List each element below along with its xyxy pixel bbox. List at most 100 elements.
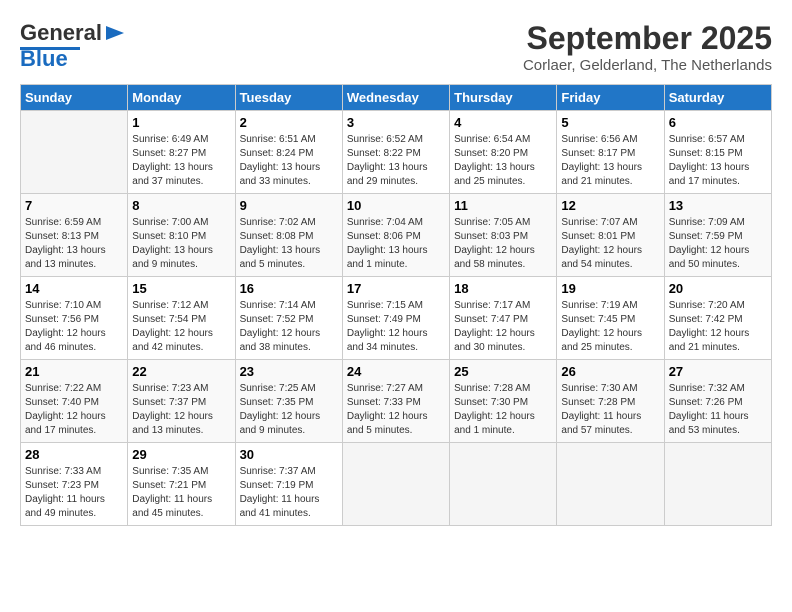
- col-sunday: Sunday: [21, 85, 128, 111]
- sunrise-text: Sunrise: 6:51 AM: [240, 133, 338, 147]
- day-number: 30: [240, 447, 338, 462]
- day-info: Sunrise: 7:14 AM Sunset: 7:52 PM Dayligh…: [240, 299, 338, 355]
- calendar-cell: 29 Sunrise: 7:35 AM Sunset: 7:21 PM Dayl…: [128, 443, 235, 526]
- calendar-cell: 11 Sunrise: 7:05 AM Sunset: 8:03 PM Dayl…: [450, 194, 557, 277]
- sunrise-text: Sunrise: 7:05 AM: [454, 216, 552, 230]
- daylight-text: Daylight: 12 hours and 54 minutes.: [561, 244, 659, 272]
- day-number: 12: [561, 198, 659, 213]
- day-number: 19: [561, 281, 659, 296]
- sunset-text: Sunset: 8:03 PM: [454, 230, 552, 244]
- daylight-text: Daylight: 12 hours and 34 minutes.: [347, 327, 445, 355]
- calendar-cell: 3 Sunrise: 6:52 AM Sunset: 8:22 PM Dayli…: [342, 111, 449, 194]
- calendar-cell: 10 Sunrise: 7:04 AM Sunset: 8:06 PM Dayl…: [342, 194, 449, 277]
- calendar-cell: 13 Sunrise: 7:09 AM Sunset: 7:59 PM Dayl…: [664, 194, 771, 277]
- day-info: Sunrise: 7:35 AM Sunset: 7:21 PM Dayligh…: [132, 465, 230, 521]
- daylight-text: Daylight: 12 hours and 50 minutes.: [669, 244, 767, 272]
- sunset-text: Sunset: 7:52 PM: [240, 313, 338, 327]
- day-info: Sunrise: 7:12 AM Sunset: 7:54 PM Dayligh…: [132, 299, 230, 355]
- calendar-cell: 24 Sunrise: 7:27 AM Sunset: 7:33 PM Dayl…: [342, 360, 449, 443]
- daylight-text: Daylight: 13 hours and 25 minutes.: [454, 161, 552, 189]
- day-number: 27: [669, 364, 767, 379]
- sunset-text: Sunset: 7:42 PM: [669, 313, 767, 327]
- daylight-text: Daylight: 12 hours and 21 minutes.: [669, 327, 767, 355]
- sunrise-text: Sunrise: 7:02 AM: [240, 216, 338, 230]
- day-info: Sunrise: 6:59 AM Sunset: 8:13 PM Dayligh…: [25, 216, 123, 272]
- calendar-week-4: 28 Sunrise: 7:33 AM Sunset: 7:23 PM Dayl…: [21, 443, 772, 526]
- daylight-text: Daylight: 13 hours and 21 minutes.: [561, 161, 659, 189]
- calendar-cell: 27 Sunrise: 7:32 AM Sunset: 7:26 PM Dayl…: [664, 360, 771, 443]
- calendar-cell: 22 Sunrise: 7:23 AM Sunset: 7:37 PM Dayl…: [128, 360, 235, 443]
- daylight-text: Daylight: 11 hours and 53 minutes.: [669, 410, 767, 438]
- sunset-text: Sunset: 7:54 PM: [132, 313, 230, 327]
- sunset-text: Sunset: 8:08 PM: [240, 230, 338, 244]
- day-number: 4: [454, 115, 552, 130]
- daylight-text: Daylight: 13 hours and 29 minutes.: [347, 161, 445, 189]
- day-info: Sunrise: 7:05 AM Sunset: 8:03 PM Dayligh…: [454, 216, 552, 272]
- sunset-text: Sunset: 7:30 PM: [454, 396, 552, 410]
- daylight-text: Daylight: 12 hours and 17 minutes.: [25, 410, 123, 438]
- sunset-text: Sunset: 8:24 PM: [240, 147, 338, 161]
- daylight-text: Daylight: 11 hours and 57 minutes.: [561, 410, 659, 438]
- calendar-cell: 6 Sunrise: 6:57 AM Sunset: 8:15 PM Dayli…: [664, 111, 771, 194]
- day-info: Sunrise: 7:27 AM Sunset: 7:33 PM Dayligh…: [347, 382, 445, 438]
- sunrise-text: Sunrise: 7:10 AM: [25, 299, 123, 313]
- sunset-text: Sunset: 8:15 PM: [669, 147, 767, 161]
- day-number: 5: [561, 115, 659, 130]
- daylight-text: Daylight: 13 hours and 17 minutes.: [669, 161, 767, 189]
- col-tuesday: Tuesday: [235, 85, 342, 111]
- sunrise-text: Sunrise: 6:52 AM: [347, 133, 445, 147]
- day-number: 26: [561, 364, 659, 379]
- day-info: Sunrise: 7:15 AM Sunset: 7:49 PM Dayligh…: [347, 299, 445, 355]
- day-number: 21: [25, 364, 123, 379]
- daylight-text: Daylight: 12 hours and 38 minutes.: [240, 327, 338, 355]
- calendar-table: Sunday Monday Tuesday Wednesday Thursday…: [20, 84, 772, 526]
- day-info: Sunrise: 7:20 AM Sunset: 7:42 PM Dayligh…: [669, 299, 767, 355]
- daylight-text: Daylight: 12 hours and 30 minutes.: [454, 327, 552, 355]
- sunset-text: Sunset: 7:26 PM: [669, 396, 767, 410]
- sunset-text: Sunset: 7:56 PM: [25, 313, 123, 327]
- sunrise-text: Sunrise: 7:20 AM: [669, 299, 767, 313]
- day-info: Sunrise: 6:56 AM Sunset: 8:17 PM Dayligh…: [561, 133, 659, 189]
- calendar-cell: 15 Sunrise: 7:12 AM Sunset: 7:54 PM Dayl…: [128, 277, 235, 360]
- logo: General Blue: [20, 20, 126, 72]
- day-info: Sunrise: 7:17 AM Sunset: 7:47 PM Dayligh…: [454, 299, 552, 355]
- day-number: 13: [669, 198, 767, 213]
- daylight-text: Daylight: 13 hours and 5 minutes.: [240, 244, 338, 272]
- calendar-cell: 17 Sunrise: 7:15 AM Sunset: 7:49 PM Dayl…: [342, 277, 449, 360]
- calendar-cell: 30 Sunrise: 7:37 AM Sunset: 7:19 PM Dayl…: [235, 443, 342, 526]
- sunset-text: Sunset: 7:47 PM: [454, 313, 552, 327]
- day-number: 7: [25, 198, 123, 213]
- sunrise-text: Sunrise: 7:09 AM: [669, 216, 767, 230]
- day-info: Sunrise: 7:33 AM Sunset: 7:23 PM Dayligh…: [25, 465, 123, 521]
- day-info: Sunrise: 7:32 AM Sunset: 7:26 PM Dayligh…: [669, 382, 767, 438]
- sunset-text: Sunset: 8:10 PM: [132, 230, 230, 244]
- sunset-text: Sunset: 7:23 PM: [25, 479, 123, 493]
- day-info: Sunrise: 7:37 AM Sunset: 7:19 PM Dayligh…: [240, 465, 338, 521]
- day-info: Sunrise: 7:28 AM Sunset: 7:30 PM Dayligh…: [454, 382, 552, 438]
- day-number: 29: [132, 447, 230, 462]
- title-block: September 2025 Corlaer, Gelderland, The …: [523, 20, 772, 74]
- sunset-text: Sunset: 7:49 PM: [347, 313, 445, 327]
- calendar-cell: 20 Sunrise: 7:20 AM Sunset: 7:42 PM Dayl…: [664, 277, 771, 360]
- sunrise-text: Sunrise: 7:04 AM: [347, 216, 445, 230]
- daylight-text: Daylight: 13 hours and 1 minute.: [347, 244, 445, 272]
- daylight-text: Daylight: 13 hours and 13 minutes.: [25, 244, 123, 272]
- sunrise-text: Sunrise: 7:37 AM: [240, 465, 338, 479]
- subtitle: Corlaer, Gelderland, The Netherlands: [523, 57, 772, 74]
- calendar-cell: [664, 443, 771, 526]
- month-title: September 2025: [523, 20, 772, 57]
- sunrise-text: Sunrise: 7:12 AM: [132, 299, 230, 313]
- day-number: 28: [25, 447, 123, 462]
- sunset-text: Sunset: 7:21 PM: [132, 479, 230, 493]
- sunset-text: Sunset: 7:59 PM: [669, 230, 767, 244]
- sunrise-text: Sunrise: 7:22 AM: [25, 382, 123, 396]
- day-number: 2: [240, 115, 338, 130]
- sunset-text: Sunset: 8:27 PM: [132, 147, 230, 161]
- sunset-text: Sunset: 7:19 PM: [240, 479, 338, 493]
- sunrise-text: Sunrise: 7:07 AM: [561, 216, 659, 230]
- daylight-text: Daylight: 12 hours and 25 minutes.: [561, 327, 659, 355]
- sunset-text: Sunset: 7:35 PM: [240, 396, 338, 410]
- day-number: 14: [25, 281, 123, 296]
- calendar-cell: 7 Sunrise: 6:59 AM Sunset: 8:13 PM Dayli…: [21, 194, 128, 277]
- sunrise-text: Sunrise: 7:33 AM: [25, 465, 123, 479]
